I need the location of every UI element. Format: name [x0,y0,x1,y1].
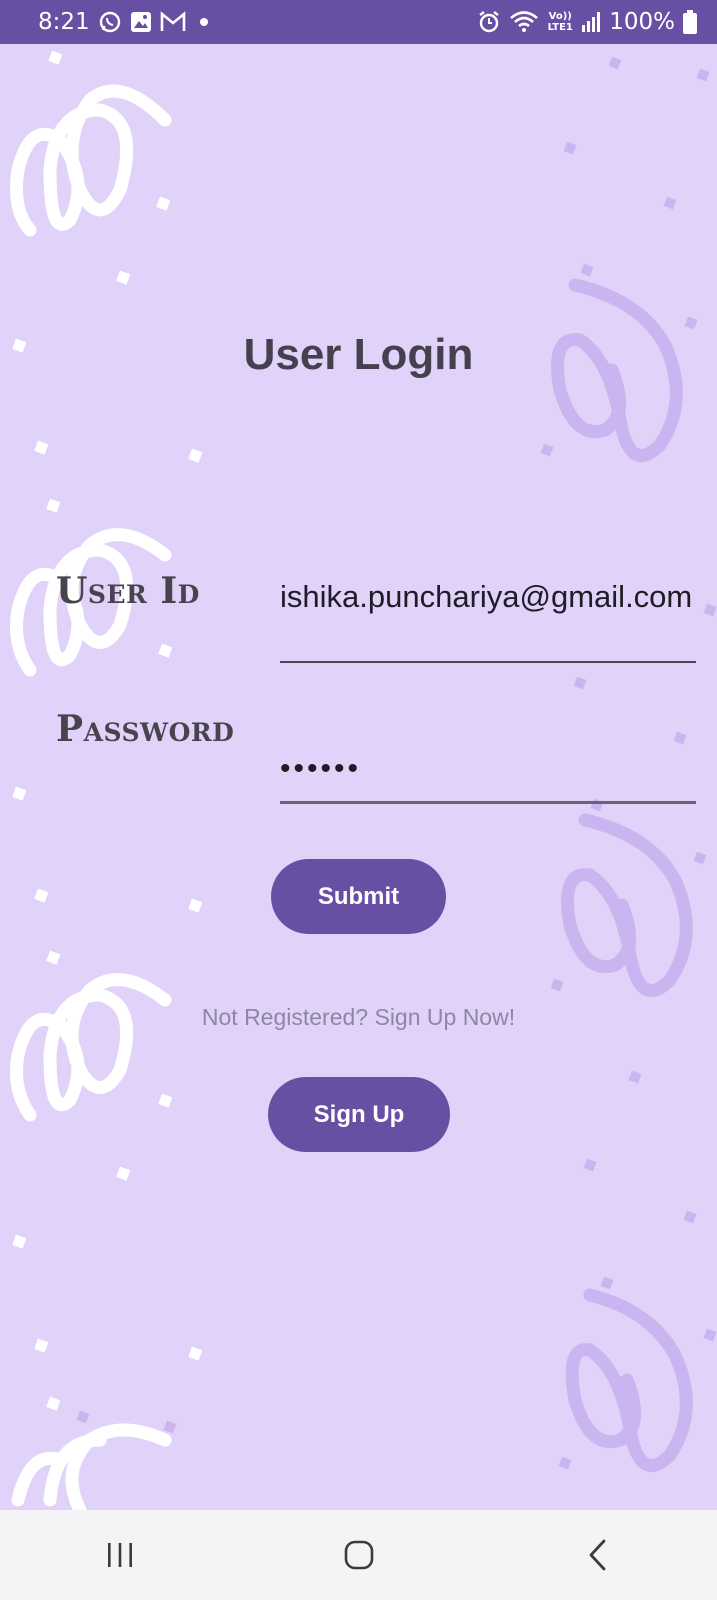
alarm-icon [477,10,501,34]
back-icon[interactable] [568,1525,628,1585]
signup-hint-text: Not Registered? Sign Up Now! [201,1004,516,1030]
status-bar-left: 8:21 [38,9,208,35]
user-id-label: User Id [56,570,200,612]
gmail-icon [160,11,186,33]
home-icon[interactable] [329,1525,389,1585]
gallery-icon [130,11,152,33]
volte-icon: Vo)) LTE1 [547,11,573,33]
status-bar-right: Vo)) LTE1 100% [477,9,697,35]
recents-icon[interactable] [90,1525,150,1585]
user-id-input[interactable]: ishika.punchariya@gmail.com [280,578,696,663]
clock: 8:21 [38,9,90,35]
page-title: User Login [243,330,474,379]
password-label: Password [56,708,235,750]
password-input[interactable]: •••••• [280,752,696,804]
navigation-bar [0,1510,717,1600]
battery-percent: 100% [609,9,675,35]
notification-dot [199,18,208,26]
submit-button[interactable]: Submit [271,859,446,934]
white-swirls [10,84,172,1510]
battery-icon [683,10,697,34]
whatsapp-icon [98,10,122,34]
wifi-icon [509,10,539,34]
status-bar: 8:21 Vo)) LTE1 100% [0,0,717,44]
purple-swirls [551,278,693,1472]
signal-icon [581,11,601,33]
signup-button[interactable]: Sign Up [268,1077,450,1152]
